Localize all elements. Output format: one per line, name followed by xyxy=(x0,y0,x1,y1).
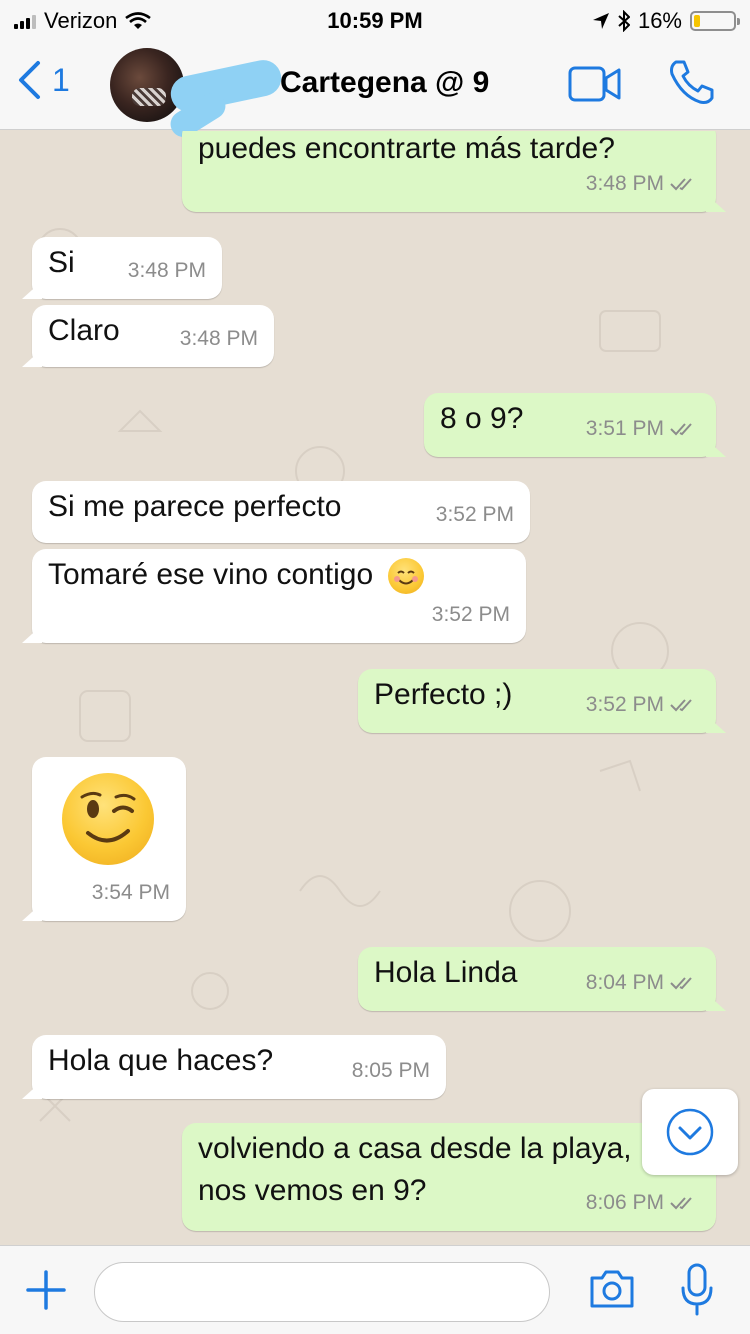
double-check-icon xyxy=(670,423,692,436)
message-outgoing[interactable]: puedes encontrarte más tarde? 3:48 PM xyxy=(182,131,716,212)
message-outgoing[interactable]: volviendo a casa desde la playa, nos vem… xyxy=(182,1123,716,1231)
double-check-icon xyxy=(670,699,692,712)
bluetooth-icon xyxy=(618,10,630,32)
message-text-group: Tomaré ese vino contigo xyxy=(48,555,424,595)
message-time: 3:51 PM xyxy=(585,417,664,440)
message-text-line: nos vemos en 9? xyxy=(198,1174,427,1207)
chevron-left-icon xyxy=(19,61,40,99)
chevron-down-circle-icon xyxy=(666,1108,714,1156)
message-text: Si xyxy=(48,246,75,279)
message-text: puedes encontrarte más tarde? xyxy=(198,132,615,165)
message-text: Hola que haces? xyxy=(48,1044,274,1077)
location-icon xyxy=(592,13,609,29)
double-check-icon xyxy=(670,977,692,990)
battery-fill xyxy=(694,15,701,27)
message-time: 3:52 PM xyxy=(431,603,510,626)
message-text: Tomaré ese vino contigo xyxy=(48,558,374,591)
message-incoming[interactable]: 3:54 PM xyxy=(32,757,186,921)
message-outgoing[interactable]: 8 o 9? 3:51 PM xyxy=(424,393,716,457)
message-meta: 3:52 PM xyxy=(586,685,700,725)
message-incoming[interactable]: Si 3:48 PM xyxy=(32,237,222,299)
message-meta: 8:06 PM xyxy=(586,1183,700,1223)
message-list[interactable]: puedes encontrarte más tarde? 3:48 PM Si… xyxy=(0,131,750,1245)
battery-percent: 16% xyxy=(637,8,682,33)
status-right: 16% xyxy=(592,8,740,34)
message-input[interactable] xyxy=(94,1262,550,1322)
phone-call-icon[interactable] xyxy=(668,58,716,106)
message-text: 8 o 9? xyxy=(440,402,524,435)
message-text-line: volviendo a casa desde la playa, xyxy=(198,1132,632,1165)
back-count: 1 xyxy=(52,61,70,98)
message-time: 3:54 PM xyxy=(91,881,170,904)
message-meta: 3:52 PM xyxy=(432,595,510,635)
message-time: 3:48 PM xyxy=(127,259,206,282)
message-meta: 3:52 PM xyxy=(436,495,514,535)
message-time: 3:52 PM xyxy=(435,503,514,526)
scroll-to-bottom-button[interactable] xyxy=(642,1089,738,1175)
message-incoming[interactable]: Tomaré ese vino contigo 3:52 PM xyxy=(32,549,526,643)
message-text: Hola Linda xyxy=(374,956,518,989)
message-incoming[interactable]: Claro 3:48 PM xyxy=(32,305,274,367)
message-time: 8:04 PM xyxy=(585,971,664,994)
message-text: Perfecto ;) xyxy=(374,678,513,711)
message-outgoing[interactable]: Perfecto ;) 3:52 PM xyxy=(358,669,716,733)
message-meta: 8:05 PM xyxy=(352,1051,430,1091)
status-bar: Verizon 10:59 PM 16% xyxy=(0,0,750,40)
message-time: 3:52 PM xyxy=(585,693,664,716)
message-meta: 3:54 PM xyxy=(92,873,170,913)
double-check-icon xyxy=(670,178,692,191)
message-meta: 8:04 PM xyxy=(586,963,700,1003)
message-time: 8:05 PM xyxy=(351,1059,430,1082)
message-time: 3:48 PM xyxy=(585,172,664,195)
message-text: Claro xyxy=(48,314,120,347)
microphone-icon[interactable] xyxy=(680,1262,714,1318)
smiling-face-icon xyxy=(387,558,424,595)
message-time: 3:48 PM xyxy=(179,327,258,350)
message-time: 8:06 PM xyxy=(585,1191,664,1214)
battery-icon xyxy=(690,11,740,31)
video-call-icon[interactable] xyxy=(568,64,622,104)
message-meta: 3:48 PM xyxy=(180,319,258,359)
message-text: Si me parece perfecto xyxy=(48,490,342,523)
chat-header: 1 Cartegena @ 9 xyxy=(0,40,750,142)
message-incoming[interactable]: Si me parece perfecto 3:52 PM xyxy=(32,481,530,543)
message-meta: 3:48 PM xyxy=(128,251,206,291)
chat-title[interactable]: Cartegena @ 9 xyxy=(280,66,489,100)
plus-icon[interactable] xyxy=(24,1268,68,1312)
message-outgoing[interactable]: Hola Linda 8:04 PM xyxy=(358,947,716,1011)
camera-icon[interactable] xyxy=(588,1268,636,1310)
winking-face-icon xyxy=(62,773,154,865)
message-incoming[interactable]: Hola que haces? 8:05 PM xyxy=(32,1035,446,1099)
back-button[interactable]: 1 xyxy=(16,60,70,100)
message-meta: 3:48 PM xyxy=(586,164,700,204)
message-meta: 3:51 PM xyxy=(586,409,700,449)
double-check-icon xyxy=(670,1197,692,1210)
composer-bar xyxy=(0,1245,750,1334)
